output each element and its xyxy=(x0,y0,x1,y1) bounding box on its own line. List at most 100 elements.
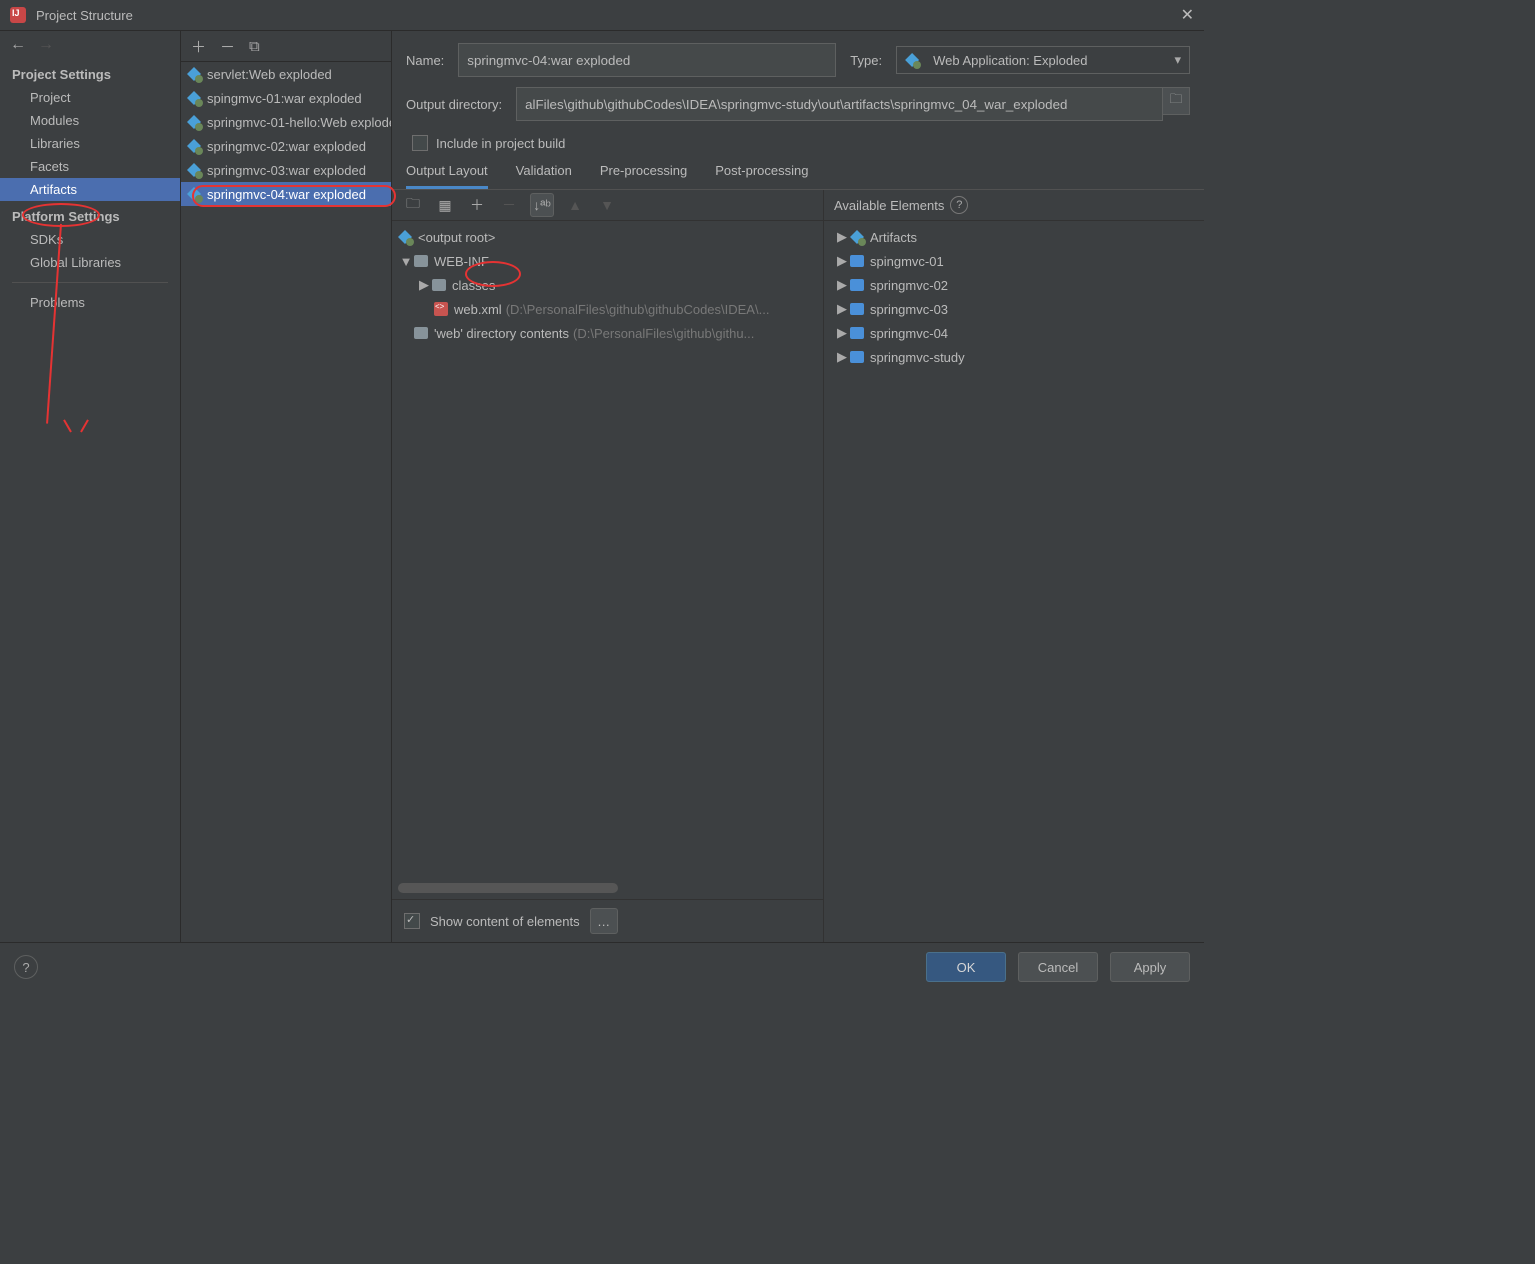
tree-label: web.xml xyxy=(454,302,502,317)
expand-toggle[interactable]: ▶ xyxy=(834,349,850,365)
folder-icon xyxy=(414,327,428,339)
help-icon[interactable]: ? xyxy=(950,196,968,214)
artifact-list-item[interactable]: servlet:Web exploded xyxy=(181,62,391,86)
artifact-list-item[interactable]: spingmvc-01:war exploded xyxy=(181,86,391,110)
browse-folder-button[interactable]: 🗀 xyxy=(1163,87,1190,115)
sidebar-item-problems[interactable]: Problems xyxy=(0,291,180,314)
available-item[interactable]: ▶ springmvc-02 xyxy=(824,273,1204,297)
artifact-icon xyxy=(187,187,201,201)
copy-artifact-button[interactable]: ⧉ xyxy=(249,38,260,55)
artifact-list-item[interactable]: springmvc-04:war exploded xyxy=(181,182,391,206)
window-title: Project Structure xyxy=(36,8,1181,23)
xml-icon xyxy=(434,302,448,316)
show-content-options-button[interactable]: … xyxy=(590,908,618,934)
available-item[interactable]: ▶ springmvc-study xyxy=(824,345,1204,369)
tree-label: <output root> xyxy=(418,230,495,245)
folder-icon xyxy=(432,279,446,291)
artifact-list-panel: ＋ － ⧉ servlet:Web exploded spingmvc-01:w… xyxy=(181,31,392,942)
sidebar-item-artifacts[interactable]: Artifacts xyxy=(0,178,180,201)
module-icon xyxy=(850,255,864,267)
sidebar-item-libraries[interactable]: Libraries xyxy=(0,132,180,155)
tree-path: (D:\PersonalFiles\github\githu... xyxy=(573,326,754,341)
available-item[interactable]: ▶ springmvc-04 xyxy=(824,321,1204,345)
available-label: spingmvc-01 xyxy=(870,254,944,269)
add-artifact-button[interactable]: ＋ xyxy=(191,36,206,57)
ok-button[interactable]: OK xyxy=(926,952,1006,982)
include-in-build-label: Include in project build xyxy=(436,136,565,151)
artifact-label: spingmvc-01:war exploded xyxy=(207,91,362,106)
available-heading: Available Elements xyxy=(834,198,944,213)
tabs: Output Layout Validation Pre-processing … xyxy=(392,155,1204,190)
remove-button[interactable]: － xyxy=(498,194,520,216)
outdir-input[interactable] xyxy=(516,87,1163,121)
expand-toggle[interactable]: ▼ xyxy=(398,254,414,269)
sidebar: ← → Project Settings Project Modules Lib… xyxy=(0,31,181,942)
tree-row-classes[interactable]: ▶ classes xyxy=(392,273,823,297)
expand-toggle[interactable]: ▶ xyxy=(834,229,850,245)
expand-toggle[interactable]: ▶ xyxy=(416,277,432,293)
artifact-label: springmvc-04:war exploded xyxy=(207,187,366,202)
module-icon xyxy=(850,279,864,291)
available-label: springmvc-02 xyxy=(870,278,948,293)
expand-toggle[interactable]: ▶ xyxy=(834,277,850,293)
include-in-build-checkbox[interactable] xyxy=(412,135,428,151)
tree-row-webinf[interactable]: ▼ WEB-INF xyxy=(392,249,823,273)
sidebar-item-project[interactable]: Project xyxy=(0,86,180,109)
available-label: springmvc-study xyxy=(870,350,965,365)
add-copy-button[interactable]: ＋ xyxy=(466,194,488,216)
artifact-icon xyxy=(187,139,201,153)
cancel-button[interactable]: Cancel xyxy=(1018,952,1098,982)
expand-toggle[interactable]: ▶ xyxy=(834,253,850,269)
new-folder-button[interactable]: 🗀 xyxy=(402,194,424,216)
available-label: springmvc-03 xyxy=(870,302,948,317)
artifact-detail: Name: Type: Web Application: Exploded ▾ … xyxy=(392,31,1204,942)
name-input[interactable] xyxy=(458,43,836,77)
horizontal-scrollbar[interactable] xyxy=(398,883,817,893)
sidebar-heading-platform: Platform Settings xyxy=(0,201,180,228)
tab-validation[interactable]: Validation xyxy=(516,163,572,189)
move-down-button[interactable]: ▼ xyxy=(596,194,618,216)
artifact-list-item[interactable]: springmvc-03:war exploded xyxy=(181,158,391,182)
available-item[interactable]: ▶ Artifacts xyxy=(824,225,1204,249)
new-archive-button[interactable]: ▦ xyxy=(434,194,456,216)
tree-row-webdir[interactable]: 'web' directory contents (D:\PersonalFil… xyxy=(392,321,823,345)
available-label: Artifacts xyxy=(870,230,917,245)
chevron-down-icon: ▾ xyxy=(1174,52,1181,68)
sidebar-item-globallibs[interactable]: Global Libraries xyxy=(0,251,180,274)
tree-label: WEB-INF xyxy=(434,254,489,269)
tab-postprocessing[interactable]: Post-processing xyxy=(715,163,808,189)
titlebar: Project Structure ✕ xyxy=(0,0,1204,31)
tree-row-webxml[interactable]: web.xml (D:\PersonalFiles\github\githubC… xyxy=(392,297,823,321)
help-button[interactable]: ? xyxy=(14,955,38,979)
folder-icon: 🗀 xyxy=(1169,90,1182,112)
sidebar-item-facets[interactable]: Facets xyxy=(0,155,180,178)
sort-button[interactable]: ↓ªᵇ xyxy=(530,193,554,217)
expand-toggle[interactable]: ▶ xyxy=(834,301,850,317)
sidebar-item-sdks[interactable]: SDKs xyxy=(0,228,180,251)
artifact-list-item[interactable]: springmvc-01-hello:Web exploded xyxy=(181,110,391,134)
artifact-icon xyxy=(187,163,201,177)
available-item[interactable]: ▶ springmvc-03 xyxy=(824,297,1204,321)
show-content-checkbox[interactable] xyxy=(404,913,420,929)
forward-button[interactable]: → xyxy=(38,36,54,54)
tree-row-output-root[interactable]: <output root> xyxy=(392,225,823,249)
artifact-icon xyxy=(850,230,864,244)
tab-output-layout[interactable]: Output Layout xyxy=(406,163,488,189)
available-label: springmvc-04 xyxy=(870,326,948,341)
back-button[interactable]: ← xyxy=(10,36,26,54)
artifact-list-item[interactable]: springmvc-02:war exploded xyxy=(181,134,391,158)
available-item[interactable]: ▶ spingmvc-01 xyxy=(824,249,1204,273)
module-icon xyxy=(850,327,864,339)
move-up-button[interactable]: ▲ xyxy=(564,194,586,216)
apply-button[interactable]: Apply xyxy=(1110,952,1190,982)
show-content-label: Show content of elements xyxy=(430,914,580,929)
tab-preprocessing[interactable]: Pre-processing xyxy=(600,163,687,189)
artifact-label: springmvc-03:war exploded xyxy=(207,163,366,178)
sidebar-item-modules[interactable]: Modules xyxy=(0,109,180,132)
expand-toggle[interactable]: ▶ xyxy=(834,325,850,341)
artifact-icon xyxy=(187,91,201,105)
remove-artifact-button[interactable]: － xyxy=(220,36,235,57)
type-label: Type: xyxy=(850,53,882,68)
close-icon[interactable]: ✕ xyxy=(1181,5,1194,25)
type-select[interactable]: Web Application: Exploded ▾ xyxy=(896,46,1190,74)
